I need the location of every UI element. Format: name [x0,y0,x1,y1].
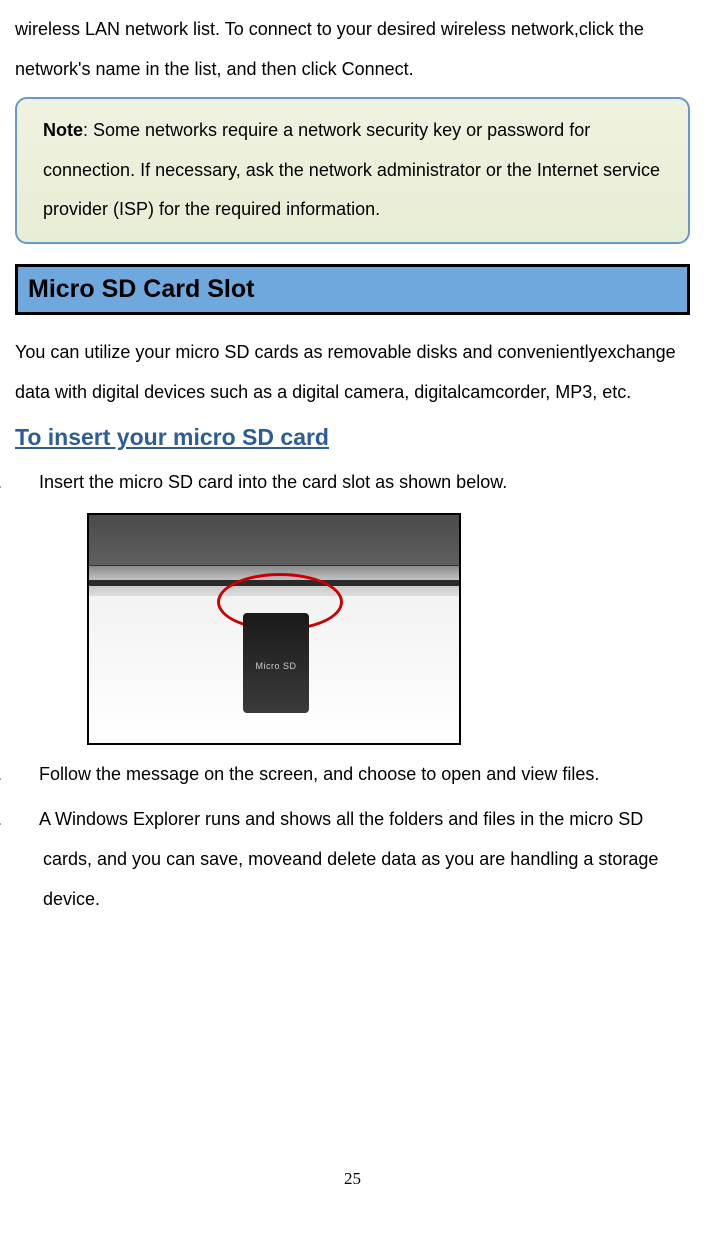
section-header: Micro SD Card Slot [15,264,690,315]
step-1-text: Insert the micro SD card into the card s… [39,472,507,492]
intro-paragraph: wireless LAN network list. To connect to… [15,10,690,89]
sd-card-image: Micro SD [87,513,461,745]
step-1-num: 1. [15,463,39,503]
step-3-num: 3. [15,800,39,840]
document-page: wireless LAN network list. To connect to… [0,0,705,1209]
note-label: Note [43,120,83,140]
step-2-num: 2. [15,755,39,795]
step-3: 3.A Windows Explorer runs and shows all … [15,800,690,919]
sub-heading: To insert your micro SD card [15,424,690,451]
step-3-text: A Windows Explorer runs and shows all th… [39,809,658,908]
sd-card-label: Micro SD [243,613,309,671]
sd-card-figure: Micro SD [87,513,690,745]
step-2-text: Follow the message on the screen, and ch… [39,764,599,784]
note-callout: Note: Some networks require a network se… [15,97,690,244]
page-number: 25 [15,1169,690,1189]
micro-sd-card: Micro SD [243,613,309,713]
note-text: : Some networks require a network securi… [43,120,660,219]
section-intro: You can utilize your micro SD cards as r… [15,333,690,412]
step-1: 1.Insert the micro SD card into the card… [15,463,690,503]
step-2: 2.Follow the message on the screen, and … [15,755,690,795]
